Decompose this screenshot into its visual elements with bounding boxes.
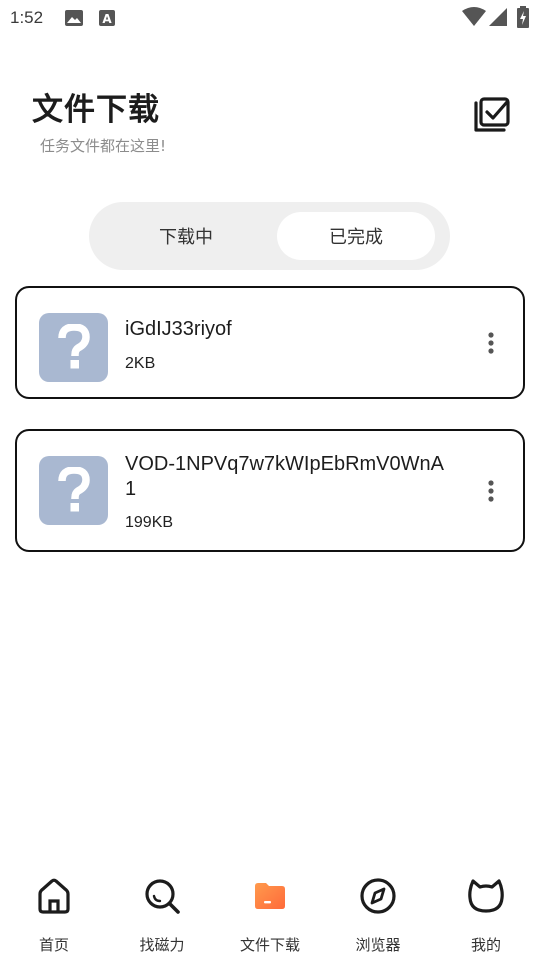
folder-icon <box>250 876 290 920</box>
nav-item-browser[interactable]: 浏览器 <box>330 874 426 954</box>
bottom-navigation: 首页 找磁力 文件下载 浏览器 我的 <box>0 864 540 960</box>
more-options-button[interactable] <box>479 476 503 506</box>
page-subtitle: 任务文件都在这里! <box>40 137 167 155</box>
image-icon <box>64 9 84 31</box>
more-vertical-icon <box>479 480 503 510</box>
signal-icon <box>488 7 508 31</box>
tab-completed[interactable]: 已完成 <box>277 212 435 260</box>
file-list-item[interactable]: VOD-1NPVq7w7kWIpEbRmV0WnA1 199KB <box>15 429 525 552</box>
tab-downloading[interactable]: 下载中 <box>107 212 265 260</box>
file-name: VOD-1NPVq7w7kWIpEbRmV0WnA1 <box>125 453 444 500</box>
search-icon <box>142 876 182 920</box>
status-bar: 1:52 A <box>0 0 540 36</box>
svg-text:A: A <box>102 12 112 26</box>
compass-icon <box>358 876 398 920</box>
file-size: 199KB <box>125 514 174 531</box>
nav-item-home[interactable]: 首页 <box>6 874 102 954</box>
cat-face-icon <box>466 876 506 920</box>
multi-select-button[interactable] <box>472 96 514 136</box>
wifi-icon <box>462 7 486 31</box>
nav-label: 我的 <box>470 936 501 954</box>
home-icon <box>34 876 74 920</box>
download-status-tabs: 下载中 已完成 <box>89 202 450 270</box>
page-title: 文件下载 <box>32 92 160 128</box>
nav-item-mine[interactable]: 我的 <box>438 874 534 954</box>
nav-label: 找磁力 <box>139 936 185 954</box>
nav-label: 首页 <box>38 936 69 954</box>
unknown-file-icon <box>39 456 108 525</box>
battery-charging-icon <box>517 6 529 32</box>
status-time: 1:52 <box>10 8 44 27</box>
more-vertical-icon <box>479 332 503 362</box>
nav-label: 浏览器 <box>355 936 401 954</box>
file-size: 2KB <box>125 355 156 372</box>
more-options-button[interactable] <box>479 328 503 358</box>
nav-label: 文件下载 <box>239 936 300 954</box>
unknown-file-icon <box>39 313 108 382</box>
file-name: iGdIJ33riyof <box>125 318 232 340</box>
file-list-item[interactable]: iGdIJ33riyof 2KB <box>15 286 525 399</box>
nav-item-file-download[interactable]: 文件下载 <box>222 874 318 954</box>
multi-select-check-icon <box>472 97 512 138</box>
text-a-icon: A <box>98 9 116 31</box>
nav-item-search[interactable]: 找磁力 <box>114 874 210 954</box>
